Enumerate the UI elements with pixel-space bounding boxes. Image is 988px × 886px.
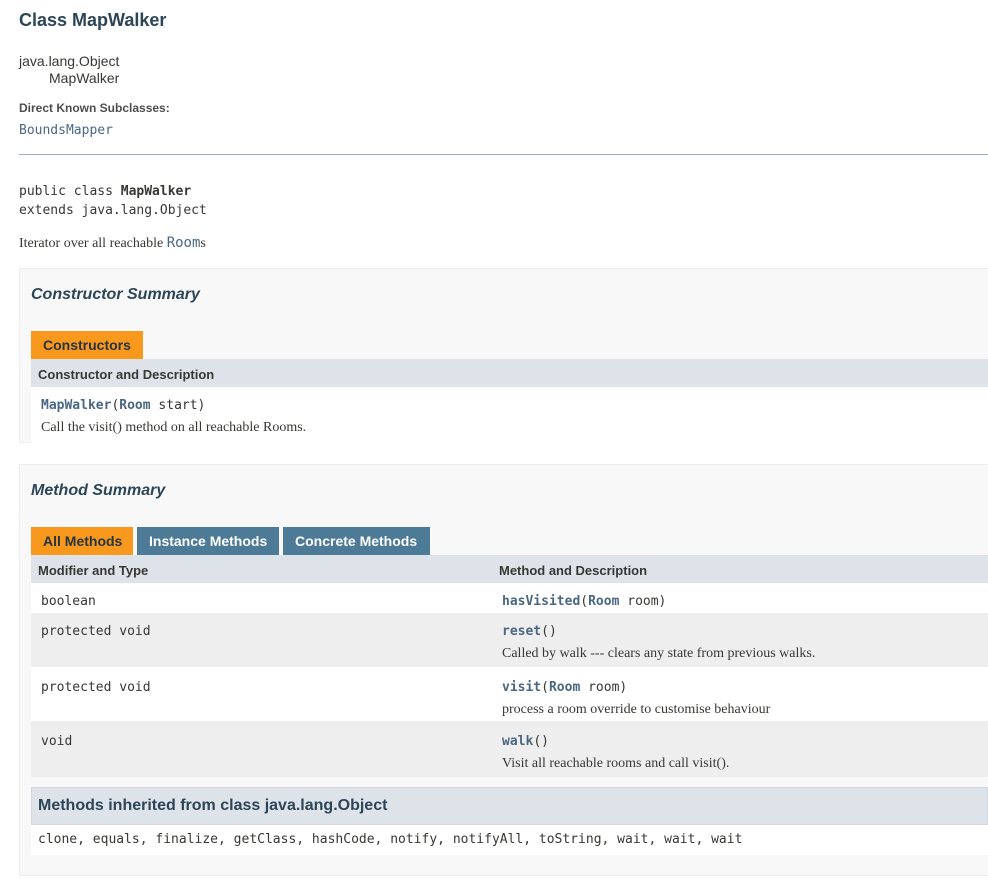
subclass-link-boundsmapper[interactable]: BoundsMapper [19,123,113,138]
method-modifier: protected void [41,624,151,639]
page-title: Class MapWalker [19,10,167,30]
inherited-methods-title: Methods inherited from class java.lang.O… [38,797,388,814]
inherited-methods-header: Methods inherited from class java.lang.O… [31,787,988,825]
tab-instance-methods[interactable]: Instance Methods [137,527,279,555]
inheritance-root: java.lang.Object [19,53,120,69]
constructor-signature: MapWalker(Room start) [41,398,205,413]
signature-rest: start) [150,398,206,413]
method-modifier: void [41,734,73,749]
method-signature: visit(Room room) [502,680,627,695]
method-link-walk[interactable]: walk [502,734,533,749]
tab-all-methods[interactable]: All Methods [31,527,133,555]
constructor-summary: Constructor Summary Constructors Constru… [19,268,988,443]
description-text: Iterator over all reachable [19,236,167,251]
param-type-room-link[interactable]: Room [549,680,580,695]
signature-rest: room) [619,594,667,609]
inherited-methods-names: clone, equals, finalize, getClass, hashC… [38,832,743,847]
table-row: boolean hasVisited(Room room) [31,583,988,613]
method-description: process a room override to customise beh… [502,702,771,717]
table-row: protected void reset() Called by walk --… [31,613,988,667]
declaration-prefix: public class [19,184,121,199]
method-modifier: protected void [41,680,151,695]
method-description: Visit all reachable rooms and call visit… [502,756,730,771]
method-description: Called by walk --- clears any state from… [502,646,816,661]
class-declaration: public class MapWalker [19,184,191,199]
extends-declaration: extends java.lang.Object [19,203,207,218]
constructor-summary-title: Constructor Summary [31,286,200,303]
table-row: MapWalker(Room start) Call the visit() m… [31,387,988,443]
method-modifier: boolean [41,594,96,609]
signature-open: ( [580,594,589,609]
declaration-class-name: MapWalker [120,184,192,199]
param-type-room-link[interactable]: Room [119,398,150,413]
signature-open: ( [541,680,549,695]
tab-constructors[interactable]: Constructors [31,331,143,359]
tab-concrete-methods[interactable]: Concrete Methods [283,527,430,555]
method-signature: hasVisited(Room room) [502,594,666,609]
method-link-visit[interactable]: visit [502,680,541,695]
method-summary: Method Summary All Methods Instance Meth… [19,464,988,876]
method-summary-title: Method Summary [31,482,166,499]
signature-open: () [541,624,557,639]
method-signature: reset() [502,624,557,639]
method-link-reset[interactable]: reset [502,624,541,639]
constructor-table-header: Constructor and Description [31,359,988,387]
column-modifier-type: Modifier and Type [38,563,149,578]
description-suffix: s [200,236,206,251]
method-signature: walk() [502,734,549,749]
constructor-description: Call the visit() method on all reachable… [41,420,307,435]
column-method-description: Method and Description [499,563,648,578]
method-table-header: Modifier and Type Method and Description [31,555,988,583]
divider [19,154,988,155]
signature-open: () [533,734,549,749]
signature-rest: room) [580,680,628,695]
method-link-hasvisited[interactable]: hasVisited [502,594,580,609]
subclasses-label: Direct Known Subclasses: [19,101,170,115]
param-type-room-link[interactable]: Room [588,594,619,609]
inheritance-class: MapWalker [49,70,120,86]
room-link[interactable]: Room [167,235,201,251]
table-row: protected void visit(Room room) process … [31,667,988,721]
class-description: Iterator over all reachable Rooms [19,235,206,252]
constructor-link-mapwalker[interactable]: MapWalker [41,398,111,413]
column-constructor-description: Constructor and Description [38,367,215,382]
inherited-methods-list: clone, equals, finalize, getClass, hashC… [31,825,988,855]
table-row: void walk() Visit all reachable rooms an… [31,721,988,777]
